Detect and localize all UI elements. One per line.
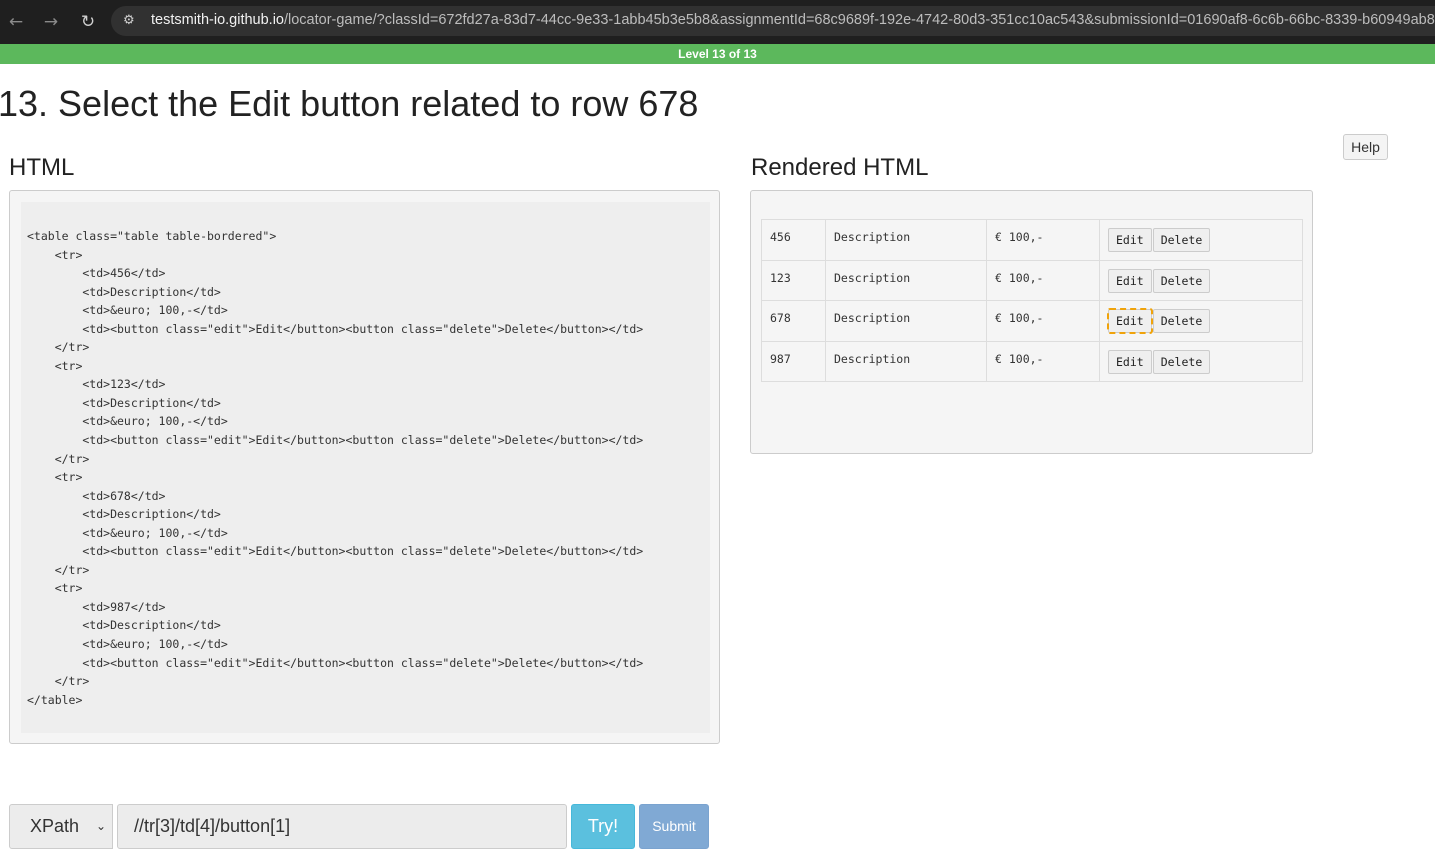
back-icon[interactable]: ← <box>4 10 28 34</box>
edit-button[interactable]: Edit <box>1108 268 1152 293</box>
cell-id: 456 <box>761 219 826 261</box>
cell-id: 123 <box>761 259 826 301</box>
table-row: 678 Description € 100,- Edit Delete <box>761 300 1303 342</box>
cell-id: 678 <box>761 300 826 342</box>
rendered-table: 456 Description € 100,- Edit Delete 123 Descri… <box>761 219 1303 382</box>
table-row: 456 Description € 100,- Edit Delete <box>761 219 1303 261</box>
edit-button[interactable]: Edit <box>1108 349 1152 374</box>
cell-actions: Edit Delete <box>1099 219 1303 261</box>
try-button[interactable]: Try! <box>571 804 635 849</box>
url-host: testsmith-io.github.io <box>151 12 284 28</box>
html-source-panel: <table class="table table-bordered"> <tr… <box>9 190 720 744</box>
cell-actions: Edit Delete <box>1099 340 1303 382</box>
cell-description: Description <box>825 219 987 261</box>
cell-description: Description <box>825 340 987 382</box>
cell-price: € 100,- <box>986 219 1100 261</box>
url-path: /locator-game/?classId=672fd27a-83d7-44c… <box>283 12 1435 28</box>
browser-toolbar: ← → ↻ ⚙ testsmith-io.github.io/locator-g… <box>0 0 1435 44</box>
level-progress-label: Level 13 of 13 <box>678 47 757 61</box>
cell-description: Description <box>825 300 987 342</box>
delete-button[interactable]: Delete <box>1152 268 1211 293</box>
url-text[interactable]: testsmith-io.github.io/locator-game/?cla… <box>151 12 1435 28</box>
edit-button[interactable]: Edit <box>1108 228 1152 252</box>
table-row: 987 Description € 100,- Edit Delete <box>761 340 1303 382</box>
submit-button[interactable]: Submit <box>639 804 709 849</box>
cell-price: € 100,- <box>986 259 1100 301</box>
address-bar[interactable]: ⚙ testsmith-io.github.io/locator-game/?c… <box>111 6 1435 36</box>
locator-type-select[interactable]: XPath ⌄ <box>9 804 113 849</box>
html-heading: HTML <box>9 154 75 181</box>
locator-type-value: XPath <box>30 816 80 836</box>
delete-button[interactable]: Delete <box>1152 228 1211 252</box>
html-source-box: <table class="table table-bordered"> <tr… <box>21 202 710 733</box>
site-settings-icon[interactable]: ⚙ <box>123 13 139 29</box>
html-source-code: <table class="table table-bordered"> <tr… <box>27 229 644 707</box>
cell-description: Description <box>825 259 987 301</box>
cell-price: € 100,- <box>986 340 1100 382</box>
delete-button[interactable]: Delete <box>1152 309 1211 333</box>
cell-actions: Edit Delete <box>1099 300 1303 342</box>
forward-icon[interactable]: → <box>39 10 63 34</box>
delete-button[interactable]: Delete <box>1152 349 1211 374</box>
cell-actions: Edit Delete <box>1099 259 1303 301</box>
level-progress-bar: Level 13 of 13 <box>0 44 1435 64</box>
help-button[interactable]: Help <box>1343 134 1388 160</box>
cell-price: € 100,- <box>986 300 1100 342</box>
table-row: 123 Description € 100,- Edit Delete <box>761 259 1303 301</box>
rendered-html-heading: Rendered HTML <box>751 154 929 181</box>
edit-button[interactable]: Edit <box>1107 308 1153 334</box>
page-title: 13. Select the Edit button related to ro… <box>0 83 699 124</box>
rendered-html-panel: 456 Description € 100,- Edit Delete 123 Descri… <box>750 190 1313 454</box>
locator-input[interactable]: //tr[3]/td[4]/button[1] <box>117 804 567 849</box>
cell-id: 987 <box>761 340 826 382</box>
reload-icon[interactable]: ↻ <box>76 10 100 34</box>
chevron-down-icon: ⌄ <box>95 819 106 833</box>
